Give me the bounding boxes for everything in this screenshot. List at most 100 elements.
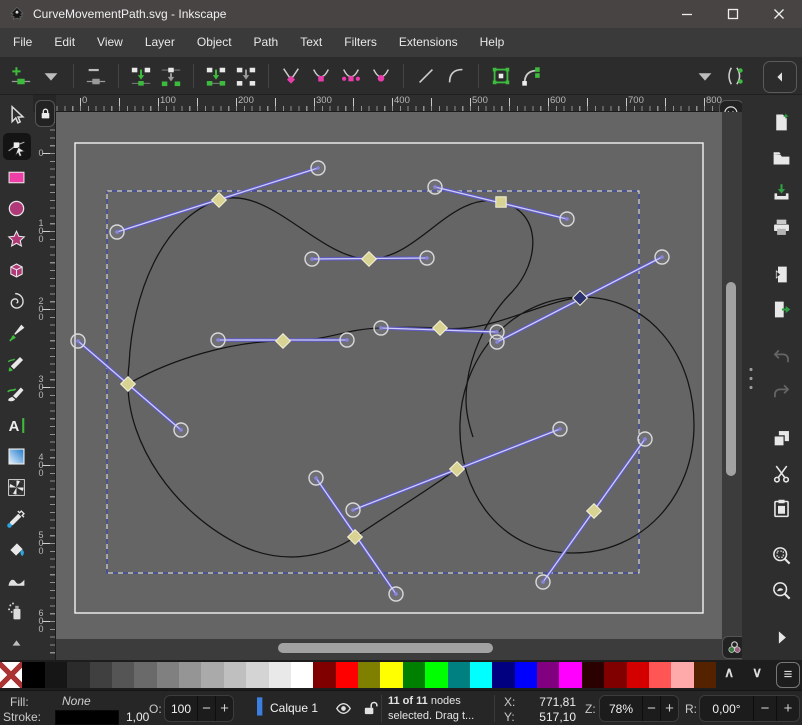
paste-button[interactable]	[766, 494, 796, 522]
import-button[interactable]	[766, 260, 796, 288]
save-document-button[interactable]	[766, 178, 796, 206]
swatch-#161616[interactable]	[45, 662, 67, 688]
swatch-#d40000[interactable]	[627, 662, 649, 688]
bezier-path-segment-1[interactable]	[219, 198, 533, 437]
join-with-segment-button[interactable]	[201, 61, 231, 91]
path-node-selected[interactable]	[212, 193, 227, 208]
swatch-#800080[interactable]	[537, 662, 559, 688]
dock-grip-dots[interactable]	[749, 365, 753, 391]
swatch-#6a6a6a[interactable]	[134, 662, 156, 688]
vertical-ruler[interactable]: 0100200300400500600	[33, 112, 56, 660]
tool-gradient[interactable]	[3, 443, 31, 470]
maximize-button[interactable]	[710, 0, 756, 28]
swatch-#bfbfbf[interactable]	[224, 662, 246, 688]
swatch-#008080[interactable]	[448, 662, 470, 688]
tool-node-editor[interactable]	[3, 133, 31, 160]
swatch-#2b0000[interactable]	[582, 662, 604, 688]
make-smooth-button[interactable]	[306, 61, 336, 91]
tool-rectangle[interactable]	[3, 164, 31, 191]
swatch-#ff5555[interactable]	[649, 662, 671, 688]
swatch-#552200[interactable]	[694, 662, 716, 688]
palette-menu-button[interactable]: ≡	[776, 662, 800, 688]
zoom-increase-button[interactable]: +	[660, 696, 678, 721]
snapping-button[interactable]	[720, 61, 750, 91]
palette-scroll-up-button[interactable]: ∧	[724, 664, 734, 681]
swatch-none[interactable]	[0, 662, 22, 688]
menu-path[interactable]: Path	[243, 28, 290, 57]
path-node-selected[interactable]	[276, 334, 291, 349]
rotation-decrease-button[interactable]: −	[753, 696, 776, 721]
tool-pencil[interactable]	[3, 350, 31, 377]
swatch-#ffaaaa[interactable]	[671, 662, 693, 688]
layer-lock-toggle[interactable]	[362, 700, 379, 720]
swatch-#959595[interactable]	[179, 662, 201, 688]
swatch-#e9e9e9[interactable]	[269, 662, 291, 688]
menu-extensions[interactable]: Extensions	[388, 28, 469, 57]
menu-object[interactable]: Object	[186, 28, 243, 57]
swatch-#404040[interactable]	[90, 662, 112, 688]
tool-pen[interactable]	[3, 319, 31, 346]
insert-node-options-button[interactable]	[36, 61, 66, 91]
fill-value[interactable]: None	[62, 694, 91, 708]
menu-edit[interactable]: Edit	[43, 28, 86, 57]
opacity-increase-button[interactable]: +	[215, 696, 233, 721]
stroke-color-swatch[interactable]	[56, 711, 118, 724]
make-line-button[interactable]	[411, 61, 441, 91]
minimize-button[interactable]	[664, 0, 710, 28]
break-nodes-button[interactable]	[156, 61, 186, 91]
new-document-button[interactable]	[766, 108, 796, 136]
close-button[interactable]	[756, 0, 802, 28]
swatch-#ffff00[interactable]	[380, 662, 402, 688]
swatch-#ffffff[interactable]	[291, 662, 313, 688]
tool-tweak[interactable]	[3, 567, 31, 594]
rotation-value[interactable]: 0,00°	[700, 696, 753, 721]
layer-visibility-toggle[interactable]	[335, 700, 352, 720]
rotation-spinner[interactable]: 0,00° − +	[699, 695, 800, 722]
tool-spray[interactable]	[3, 598, 31, 625]
print-button[interactable]	[766, 213, 796, 241]
insert-node-button[interactable]	[6, 61, 36, 91]
make-auto-smooth-button[interactable]	[366, 61, 396, 91]
horizontal-scrollbar-thumb[interactable]	[278, 643, 493, 653]
swatch-#808080[interactable]	[157, 662, 179, 688]
rotation-increase-button[interactable]: +	[776, 696, 799, 721]
redo-button[interactable]	[766, 377, 796, 405]
palette-scroll-down-button[interactable]: ∨	[752, 664, 762, 681]
swatch-#808000[interactable]	[358, 662, 380, 688]
undo-button[interactable]	[766, 342, 796, 370]
delete-node-button[interactable]	[81, 61, 111, 91]
swatch-#000080[interactable]	[492, 662, 514, 688]
opacity-decrease-button[interactable]: −	[197, 696, 215, 721]
swatch-#555555[interactable]	[112, 662, 134, 688]
delete-segment-button[interactable]	[231, 61, 261, 91]
opacity-spinner[interactable]: 100 − +	[164, 695, 234, 722]
swatch-#aaaaaa[interactable]	[201, 662, 223, 688]
swatch-#00ffff[interactable]	[470, 662, 492, 688]
menu-layer[interactable]: Layer	[134, 28, 186, 57]
swatch-#ff00ff[interactable]	[559, 662, 581, 688]
zoom-selection-button[interactable]	[766, 541, 796, 569]
vertical-scrollbar-thumb[interactable]	[726, 282, 736, 476]
tool-more-tools[interactable]	[3, 629, 31, 656]
stroke-width-value[interactable]: 1,00	[126, 710, 149, 724]
tool-calligraphy[interactable]	[3, 381, 31, 408]
duplicate-button[interactable]	[766, 424, 796, 452]
collapse-toolbar-button[interactable]	[763, 61, 797, 93]
bezier-path-segment-2[interactable]	[440, 297, 694, 553]
more-commands-button[interactable]	[766, 623, 796, 651]
swatch-#008000[interactable]	[403, 662, 425, 688]
join-nodes-button[interactable]	[126, 61, 156, 91]
swatch-#ff0000[interactable]	[336, 662, 358, 688]
layer-name[interactable]: Calque 1	[270, 701, 318, 715]
menu-filters[interactable]: Filters	[333, 28, 388, 57]
tool-text[interactable]: A	[3, 412, 31, 439]
make-symmetric-button[interactable]	[336, 61, 366, 91]
tool-box-3d[interactable]	[3, 257, 31, 284]
object-to-path-button[interactable]	[486, 61, 516, 91]
zoom-drawing-button[interactable]	[766, 576, 796, 604]
horizontal-ruler[interactable]: 0100200300400500600700800	[56, 95, 742, 112]
tool-mesh[interactable]	[3, 474, 31, 501]
path-node-selected[interactable]	[496, 197, 506, 207]
zoom-value[interactable]: 78%	[600, 696, 642, 721]
tool-star[interactable]	[3, 226, 31, 253]
